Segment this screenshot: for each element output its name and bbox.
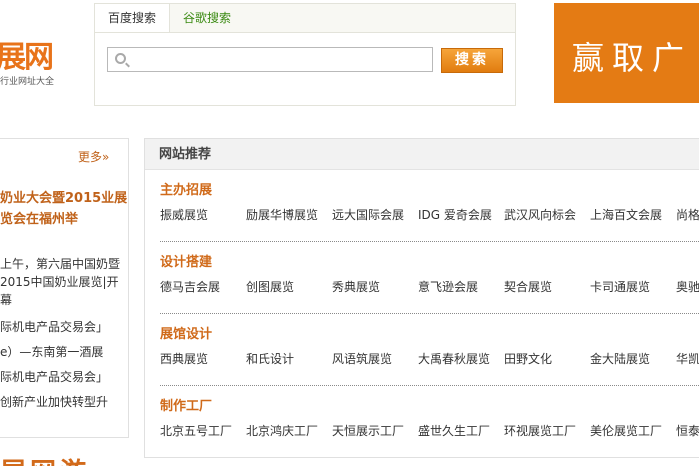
news-summary: 上午，第六届中国奶暨2015中国奶业展览|开幕 xyxy=(0,257,121,307)
category-divider xyxy=(160,385,699,386)
category-divider xyxy=(160,313,699,314)
site-link[interactable]: 美伦展览工厂 xyxy=(590,422,662,440)
news-list-item[interactable]: 际机电产品交易会」 xyxy=(0,365,130,390)
site-link[interactable]: 上海百文会展 xyxy=(590,206,662,224)
site-link[interactable]: 环视展览工厂 xyxy=(504,422,576,440)
news-headline[interactable]: 奶业大会暨2015业展览会在福州举 xyxy=(0,188,130,230)
category-title[interactable]: 制作工厂 xyxy=(160,398,699,416)
category-links: 德马吉会展 创图展览 秀典展览 意飞逊会展 契合展览 卡司通展览 奥驰 xyxy=(160,278,699,296)
news-list: 际机电产品交易会」 e）—东南第一酒展 际机电产品交易会」 创新产业加快转型升 xyxy=(0,315,130,415)
ad-banner[interactable]: 赢取广 xyxy=(554,3,699,103)
search-tabs: 百度搜索 谷歌搜索 xyxy=(95,4,244,33)
site-link[interactable]: 盛世久生工厂 xyxy=(418,422,490,440)
site-link[interactable]: 励展华博展览 xyxy=(246,206,318,224)
category-divider xyxy=(160,241,699,242)
site-link[interactable]: 恒泰 xyxy=(676,422,699,440)
logo-mark: 展网 xyxy=(0,40,54,75)
site-link[interactable]: 和氏设计 xyxy=(246,350,294,368)
site-link[interactable]: 尚格 xyxy=(676,206,699,224)
site-link[interactable]: 北京五号工厂 xyxy=(160,422,232,440)
search-panel: 百度搜索 谷歌搜索 搜索 xyxy=(94,3,516,106)
recommended-sites-panel: 网站推荐 主办招展 振威展览 励展华博展览 远大国际会展 IDG 爱奇会展 武汉… xyxy=(144,138,699,458)
site-link[interactable]: 意飞逊会展 xyxy=(418,278,478,296)
news-list-item[interactable]: e）—东南第一酒展 xyxy=(0,340,130,365)
site-link[interactable]: 天恒展示工厂 xyxy=(332,422,404,440)
logo-subtitle: 行业网址大全 xyxy=(0,77,55,87)
site-logo[interactable]: 展网 行业网址大全 xyxy=(0,30,90,90)
category-links: 西典展览 和氏设计 风语筑展览 大禹春秋展览 田野文化 金大陆展览 华凯 xyxy=(160,350,699,368)
ad-text: 赢取广 xyxy=(572,39,693,77)
category-links: 振威展览 励展华博展览 远大国际会展 IDG 爱奇会展 武汉风向标会 上海百文会… xyxy=(160,206,699,224)
category-title[interactable]: 主办招展 xyxy=(160,182,699,200)
bottom-banner-text: 展网游 xyxy=(0,452,90,466)
site-link[interactable]: 大禹春秋展览 xyxy=(418,350,490,368)
news-list-item[interactable]: 际机电产品交易会」 xyxy=(0,315,130,340)
site-link[interactable]: 远大国际会展 xyxy=(332,206,404,224)
site-link[interactable]: 卡司通展览 xyxy=(590,278,650,296)
site-link[interactable]: 创图展览 xyxy=(246,278,294,296)
panel-title: 网站推荐 xyxy=(145,139,699,170)
search-icon xyxy=(115,53,126,64)
site-link[interactable]: 奥驰 xyxy=(676,278,699,296)
site-link[interactable]: 北京鸿庆工厂 xyxy=(246,422,318,440)
site-link[interactable]: 振威展览 xyxy=(160,206,208,224)
search-field[interactable] xyxy=(107,47,433,72)
category-title[interactable]: 展馆设计 xyxy=(160,326,699,344)
category-title[interactable]: 设计搭建 xyxy=(160,254,699,272)
site-link[interactable]: 武汉风向标会 xyxy=(504,206,576,224)
news-panel: 更多» 奶业大会暨2015业展览会在福州举 上午，第六届中国奶暨2015中国奶业… xyxy=(0,138,129,438)
site-link[interactable]: IDG 爱奇会展 xyxy=(418,206,492,224)
tab-google-search[interactable]: 谷歌搜索 xyxy=(170,4,244,33)
search-body: 搜索 xyxy=(95,32,515,105)
site-link[interactable]: 华凯 xyxy=(676,350,699,368)
site-link[interactable]: 契合展览 xyxy=(504,278,552,296)
news-list-item[interactable]: 创新产业加快转型升 xyxy=(0,390,130,415)
page: 展网 行业网址大全 百度搜索 谷歌搜索 搜索 赢取广 更多» 奶业大会暨2015… xyxy=(0,0,699,466)
category-links: 北京五号工厂 北京鸿庆工厂 天恒展示工厂 盛世久生工厂 环视展览工厂 美伦展览工… xyxy=(160,422,699,440)
site-link[interactable]: 田野文化 xyxy=(504,350,552,368)
search-input[interactable] xyxy=(132,48,428,71)
more-link[interactable]: 更多» xyxy=(78,148,109,165)
category-organizers: 主办招展 振威展览 励展华博展览 远大国际会展 IDG 爱奇会展 武汉风向标会 … xyxy=(160,182,699,224)
category-factories: 制作工厂 北京五号工厂 北京鸿庆工厂 天恒展示工厂 盛世久生工厂 环视展览工厂 … xyxy=(160,398,699,440)
category-venue-design: 展馆设计 西典展览 和氏设计 风语筑展览 大禹春秋展览 田野文化 金大陆展览 华… xyxy=(160,326,699,368)
category-design-build: 设计搭建 德马吉会展 创图展览 秀典展览 意飞逊会展 契合展览 卡司通展览 奥驰 xyxy=(160,254,699,296)
site-link[interactable]: 秀典展览 xyxy=(332,278,380,296)
tab-baidu-search[interactable]: 百度搜索 xyxy=(95,4,171,33)
site-link[interactable]: 西典展览 xyxy=(160,350,208,368)
site-link[interactable]: 德马吉会展 xyxy=(160,278,220,296)
site-link[interactable]: 风语筑展览 xyxy=(332,350,392,368)
site-link[interactable]: 金大陆展览 xyxy=(590,350,650,368)
search-button[interactable]: 搜索 xyxy=(441,48,503,73)
